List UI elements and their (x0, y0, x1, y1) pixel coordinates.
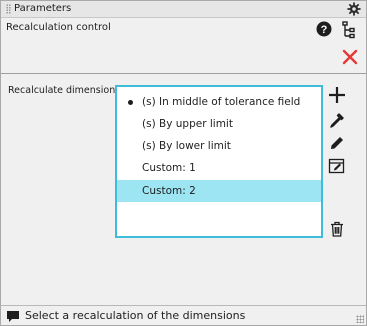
list-item-label: (s) By lower limit (142, 140, 231, 152)
section-divider (1, 73, 366, 74)
recalc-dimensions-label: Recalculate dimensions: (8, 85, 124, 96)
recalc-options-list[interactable]: (s) In middle of tolerance field (s) By … (115, 85, 323, 238)
edit-table-icon[interactable] (328, 157, 346, 175)
pencil-icon[interactable] (328, 134, 346, 152)
list-item-lower-limit[interactable]: (s) By lower limit (117, 135, 321, 157)
list-item-middle-tolerance[interactable]: (s) In middle of tolerance field (117, 91, 321, 113)
status-text: Select a recalculation of the dimensions (25, 309, 246, 322)
default-bullet-icon (128, 100, 133, 105)
recalc-control-label: Recalculation control (6, 22, 111, 33)
comment-icon (7, 311, 19, 322)
add-icon[interactable] (328, 86, 346, 104)
list-item-upper-limit[interactable]: (s) By upper limit (117, 113, 321, 135)
close-icon[interactable] (342, 49, 358, 65)
trash-icon[interactable] (328, 220, 346, 238)
list-item-custom-1[interactable]: Custom: 1 (117, 157, 321, 179)
recalc-control-section: Recalculation control ? (1, 18, 366, 73)
eyedropper-icon[interactable] (328, 111, 346, 129)
list-item-label: Custom: 2 (142, 185, 196, 197)
help-icon[interactable]: ? (316, 21, 332, 37)
parameters-panel: Parameters Recalculation control ? Recal… (0, 0, 367, 326)
list-item-label: (s) In middle of tolerance field (142, 96, 301, 108)
list-item-label: (s) By upper limit (142, 118, 233, 130)
drag-grip-icon[interactable] (6, 4, 11, 14)
panel-title: Parameters (14, 3, 72, 14)
list-item-label: Custom: 1 (142, 162, 196, 174)
tree-icon[interactable] (342, 21, 356, 39)
svg-text:?: ? (321, 24, 328, 36)
resize-grip-icon[interactable] (356, 315, 364, 323)
gear-icon[interactable] (347, 2, 361, 16)
title-bar[interactable]: Parameters (1, 1, 366, 18)
status-bar: Select a recalculation of the dimensions (1, 305, 366, 325)
list-item-custom-2[interactable]: Custom: 2 (117, 180, 321, 202)
